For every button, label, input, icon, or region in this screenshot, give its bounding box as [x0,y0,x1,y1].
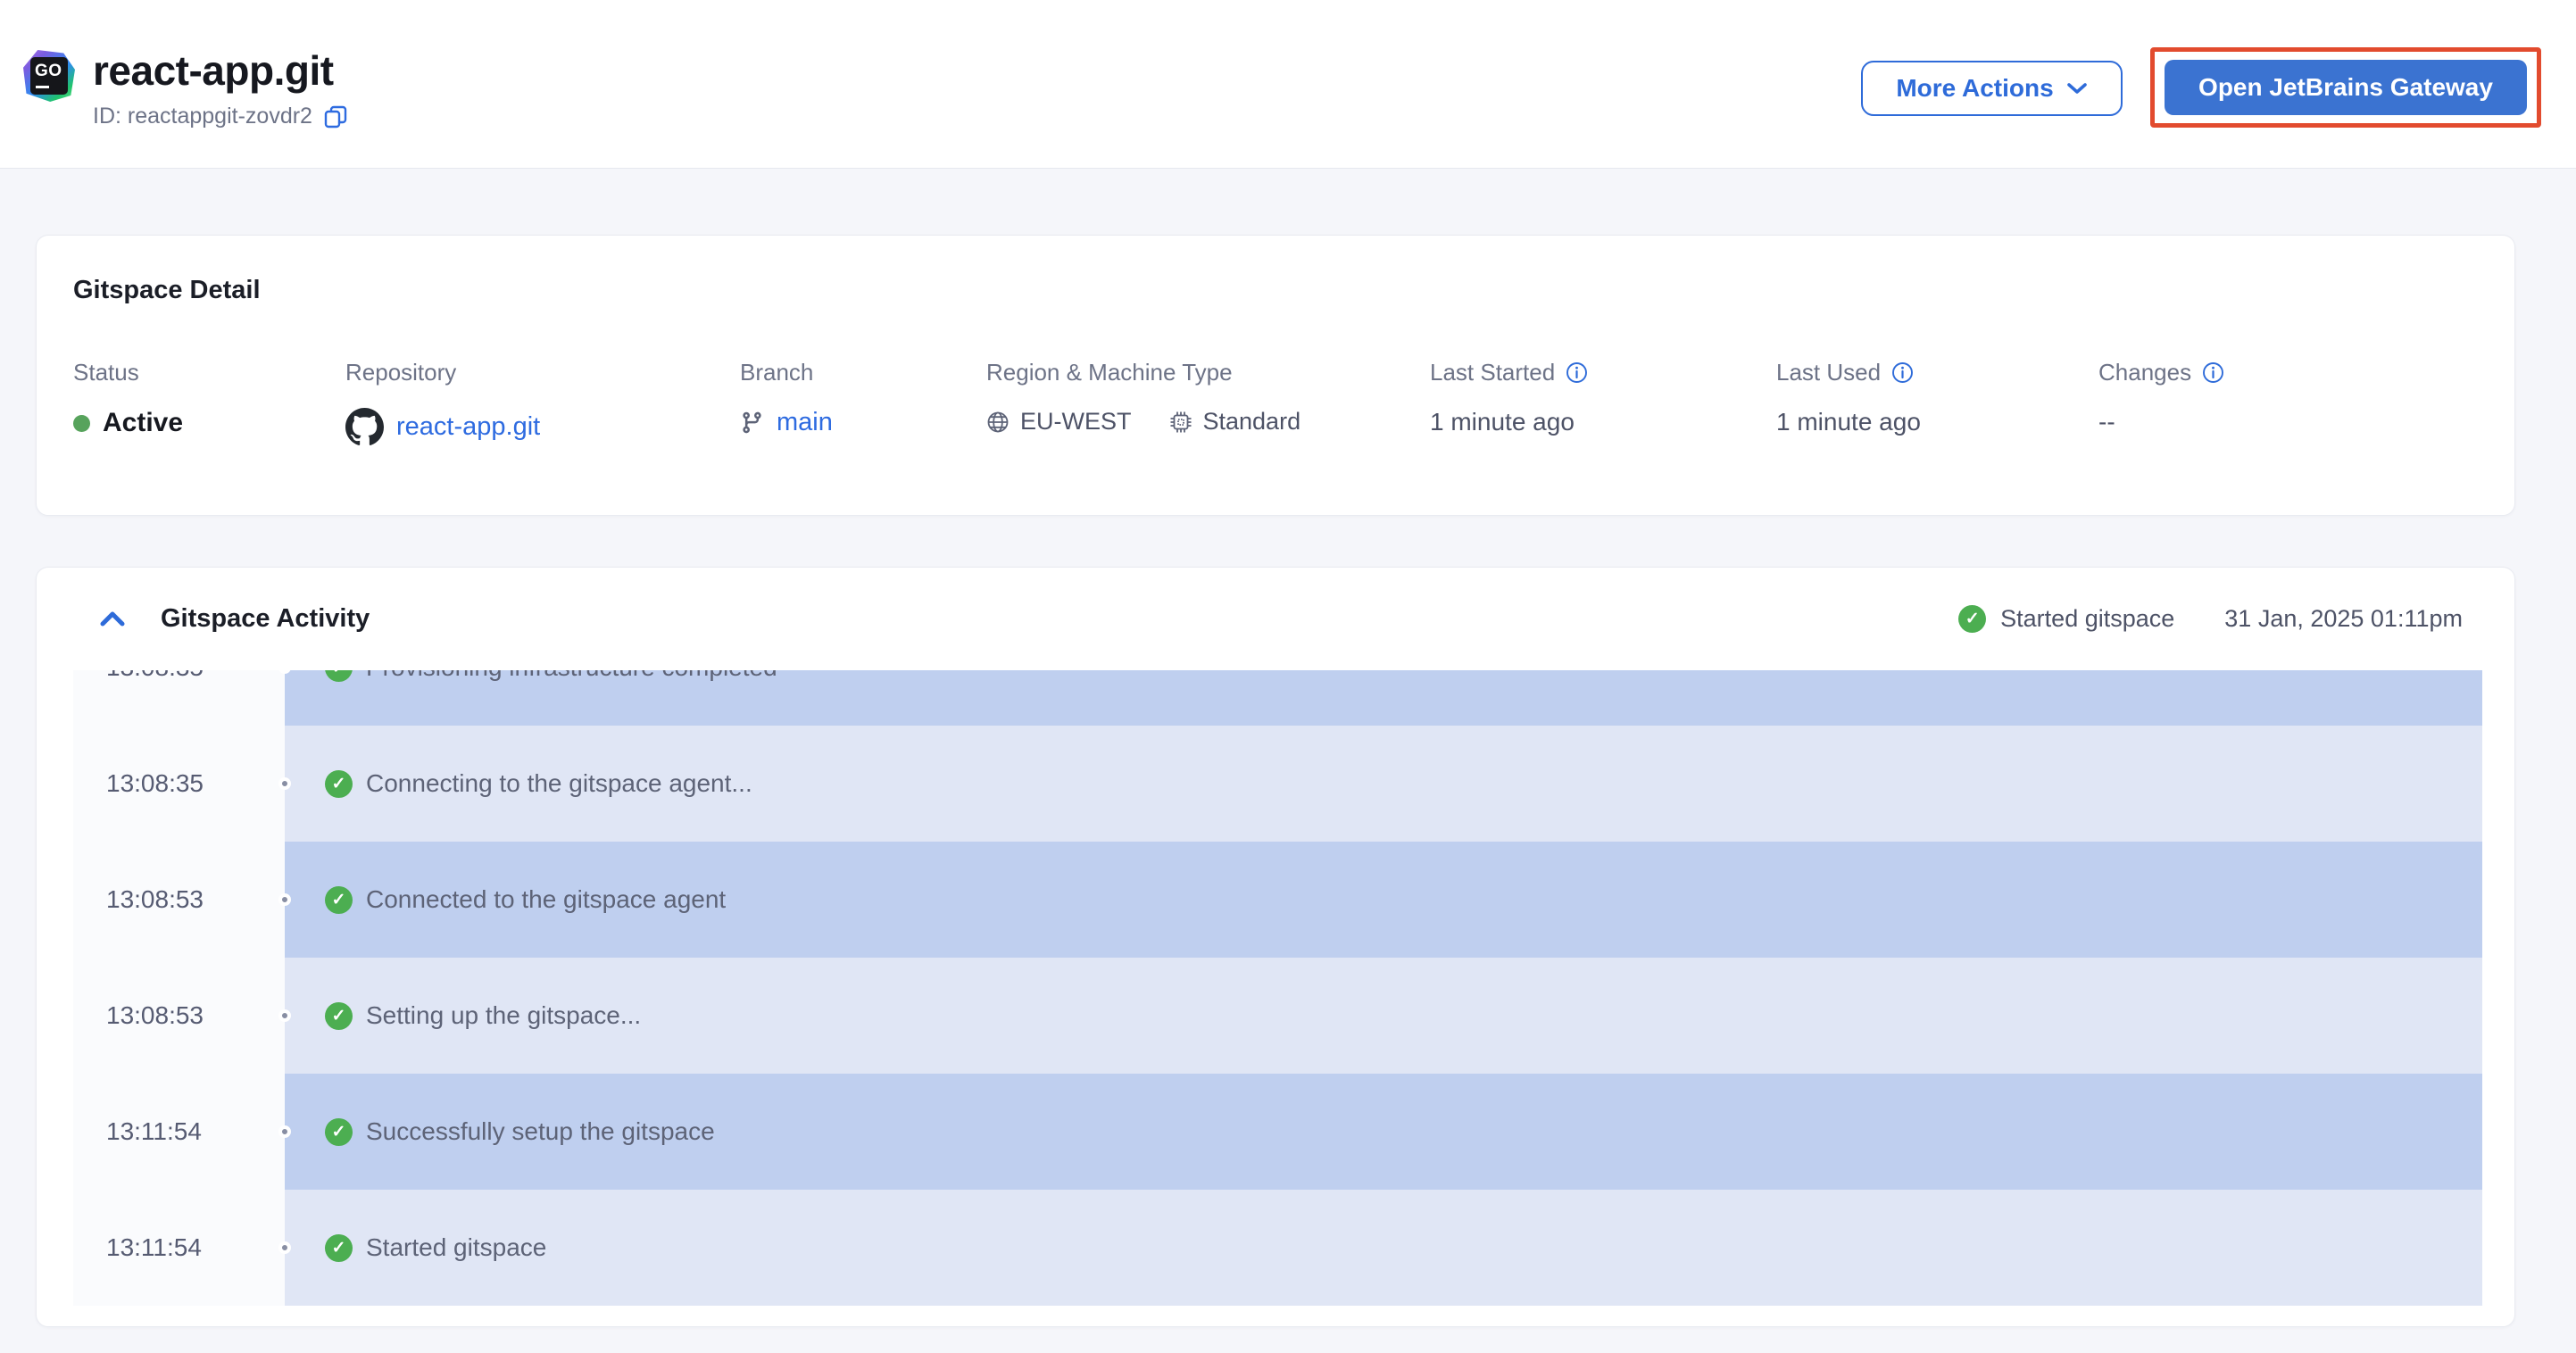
event-band: ✓ Connecting to the gitspace agent... [278,726,2482,842]
event-message: Successfully setup the gitspace [366,1117,715,1145]
github-icon [345,408,384,446]
status-dot-icon [73,414,90,432]
success-check-icon: ✓ [325,1233,353,1262]
detail-card-title: Gitspace Detail [73,276,261,304]
activity-event-row: 13:08:35 ✓ Connecting to the gitspace ag… [73,726,2482,842]
repository-label: Repository [345,359,457,386]
more-actions-label: More Actions [1896,74,2054,102]
success-check-icon: ✓ [325,1001,353,1030]
page-header: GO react-app.git ID: reactappgit-zovdr2 … [0,0,2576,169]
page-title: react-app.git [93,47,334,94]
goland-logo-box: GO [30,57,68,95]
goland-logo-underscore [36,86,49,88]
info-icon[interactable] [1891,361,1914,384]
changes-value: -- [2098,408,2115,436]
activity-log: 13:08:35 ✓ Provisioning infrastructure c… [73,670,2482,1306]
field-last-used: Last Used 1 minute ago [1776,359,1921,436]
title-block: react-app.git ID: reactappgit-zovdr2 [93,46,348,129]
activity-log-viewport[interactable]: 13:08:35 ✓ Provisioning infrastructure c… [73,670,2482,1306]
event-band: ✓ Provisioning infrastructure completed [278,670,2482,726]
event-time: 13:08:35 [73,670,285,726]
event-message: Setting up the gitspace... [366,1001,642,1029]
repository-link[interactable]: react-app.git [396,412,540,442]
annotation-highlight-box: Open JetBrains Gateway [2150,47,2541,128]
event-band: ✓ Connected to the gitspace agent [278,842,2482,958]
status-value: Active [103,408,184,437]
collapse-chevron-up-icon[interactable] [99,610,126,629]
goland-logo: GO [23,50,75,102]
branch-link[interactable]: main [777,408,833,437]
info-icon[interactable] [2202,361,2224,384]
timeline-dot-icon [278,1125,291,1138]
activity-title: Gitspace Activity [161,604,370,633]
event-time: 13:08:53 [73,958,285,1074]
event-band: ✓ Setting up the gitspace... [278,958,2482,1074]
field-last-started: Last Started 1 minute ago [1430,359,1588,436]
activity-event-row: 13:08:35 ✓ Provisioning infrastructure c… [73,670,2482,726]
globe-icon [986,411,1010,434]
activity-event-row: 13:11:54 ✓ Started gitspace [73,1190,2482,1306]
changes-label: Changes [2098,359,2192,386]
goland-logo-text: GO [35,62,62,80]
timeline-dot-icon [278,1009,291,1022]
activity-event-row: 13:11:54 ✓ Successfully setup the gitspa… [73,1074,2482,1190]
open-jetbrains-gateway-button[interactable]: Open JetBrains Gateway [2165,60,2527,115]
region-machine-label: Region & Machine Type [986,359,1233,386]
status-label: Status [73,359,139,386]
field-status: Status Active [73,359,183,438]
timeline-dot-icon [278,893,291,906]
success-check-icon: ✓ [325,769,353,798]
field-repository: Repository react-app.git [345,359,540,446]
event-message: Started gitspace [366,1233,547,1261]
event-band: ✓ Successfully setup the gitspace [278,1074,2482,1190]
git-branch-icon [740,411,764,435]
last-started-label: Last Started [1430,359,1556,386]
success-check-icon: ✓ [325,670,353,682]
copy-icon[interactable] [323,104,348,129]
activity-status-label: Started gitspace [2000,605,2175,632]
event-time: 13:08:53 [73,842,285,958]
field-changes: Changes -- [2098,359,2224,436]
success-check-icon: ✓ [325,1117,353,1146]
event-time: 13:08:35 [73,726,285,842]
event-message: Connecting to the gitspace agent... [366,769,752,797]
field-region-machine: Region & Machine Type EU-WEST Standard [986,359,1300,436]
activity-timestamp: 31 Jan, 2025 01:11pm [2224,605,2463,632]
success-check-icon: ✓ [325,885,353,914]
event-band: ✓ Started gitspace [278,1190,2482,1306]
last-used-value: 1 minute ago [1776,408,1921,436]
last-used-label: Last Used [1776,359,1882,386]
gitspace-activity-card: Gitspace Activity ✓ Started gitspace 31 … [36,567,2515,1327]
info-icon[interactable] [1566,361,1588,384]
gitspace-id: ID: reactappgit-zovdr2 [93,104,312,129]
gitspace-detail-card: Gitspace Detail Status Active Repository… [36,235,2515,516]
machine-type-value: Standard [1202,408,1301,435]
region-value: EU-WEST [1020,408,1132,435]
timeline-dot-icon [278,1241,291,1254]
event-time: 13:11:54 [73,1190,285,1306]
event-time: 13:11:54 [73,1074,285,1190]
more-actions-button[interactable]: More Actions [1861,61,2123,116]
event-message: Connected to the gitspace agent [366,885,727,913]
activity-header: Gitspace Activity ✓ Started gitspace 31 … [37,568,2514,670]
event-message: Provisioning infrastructure completed [366,670,777,682]
timeline-dot-icon [278,777,291,790]
success-check-icon: ✓ [1958,605,1987,633]
last-started-value: 1 minute ago [1430,408,1575,436]
activity-event-row: 13:08:53 ✓ Setting up the gitspace... [73,958,2482,1074]
activity-event-row: 13:08:53 ✓ Connected to the gitspace age… [73,842,2482,958]
chevron-down-icon [2066,83,2087,94]
cpu-chip-icon [1169,411,1192,434]
field-branch: Branch main [740,359,833,437]
branch-label: Branch [740,359,814,386]
